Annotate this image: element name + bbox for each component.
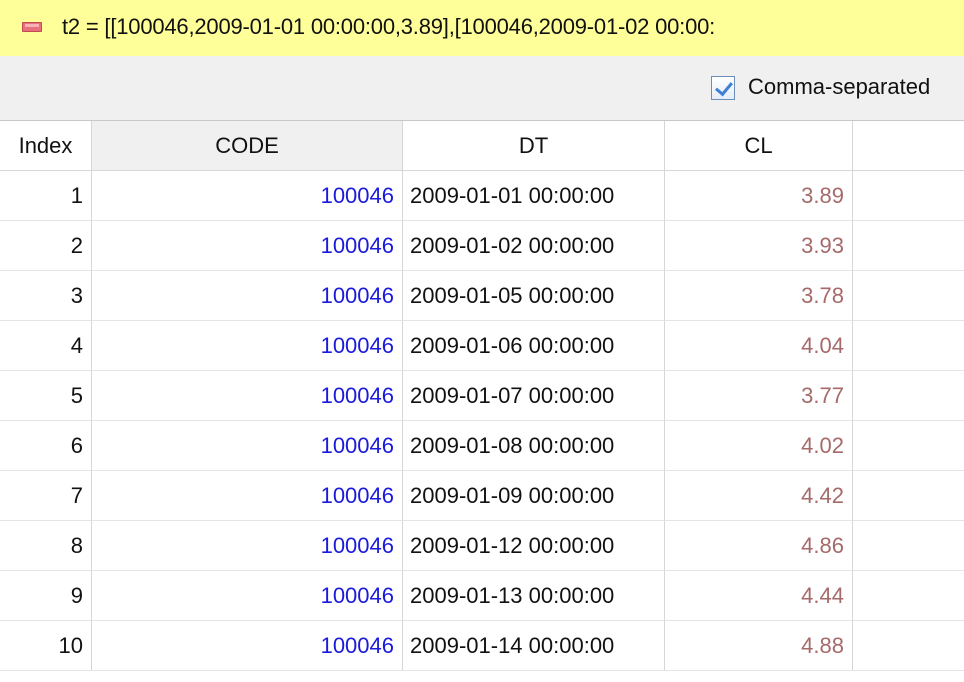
table-row[interactable]: 8 100046 2009-01-12 00:00:00 4.86 (0, 521, 964, 571)
cell-cl[interactable]: 3.77 (665, 371, 853, 421)
table-header-row: Index CODE DT CL (0, 121, 964, 171)
cell-filler (853, 571, 964, 621)
cell-index[interactable]: 7 (0, 471, 92, 521)
cell-dt[interactable]: 2009-01-07 00:00:00 (403, 371, 665, 421)
cell-filler (853, 421, 964, 471)
cell-cl[interactable]: 4.04 (665, 321, 853, 371)
cell-index[interactable]: 6 (0, 421, 92, 471)
cell-dt[interactable]: 2009-01-12 00:00:00 (403, 521, 665, 571)
cell-dt[interactable]: 2009-01-08 00:00:00 (403, 421, 665, 471)
variable-preview-text: t2 = [[100046,2009-01-01 00:00:00,3.89],… (62, 14, 716, 39)
cell-code[interactable]: 100046 (92, 421, 403, 471)
cell-cl[interactable]: 4.42 (665, 471, 853, 521)
column-header-index[interactable]: Index (0, 121, 92, 171)
comma-separated-checkbox[interactable] (711, 76, 735, 100)
cell-filler (853, 371, 964, 421)
cell-cl[interactable]: 3.78 (665, 271, 853, 321)
column-header-cl[interactable]: CL (665, 121, 853, 171)
cell-cl[interactable]: 4.02 (665, 421, 853, 471)
cell-code[interactable]: 100046 (92, 271, 403, 321)
table-row[interactable]: 9 100046 2009-01-13 00:00:00 4.44 (0, 571, 964, 621)
cell-index[interactable]: 8 (0, 521, 92, 571)
cell-code[interactable]: 100046 (92, 321, 403, 371)
cell-dt[interactable]: 2009-01-14 00:00:00 (403, 621, 665, 671)
table-row[interactable]: 7 100046 2009-01-09 00:00:00 4.42 (0, 471, 964, 521)
cell-dt[interactable]: 2009-01-09 00:00:00 (403, 471, 665, 521)
cell-code[interactable]: 100046 (92, 471, 403, 521)
cell-dt[interactable]: 2009-01-01 00:00:00 (403, 171, 665, 221)
cell-code[interactable]: 100046 (92, 571, 403, 621)
column-header-code[interactable]: CODE (92, 121, 403, 171)
cell-index[interactable]: 9 (0, 571, 92, 621)
cell-index[interactable]: 4 (0, 321, 92, 371)
table-row[interactable]: 5 100046 2009-01-07 00:00:00 3.77 (0, 371, 964, 421)
cell-filler (853, 171, 964, 221)
table-row[interactable]: 4 100046 2009-01-06 00:00:00 4.04 (0, 321, 964, 371)
comma-separated-label[interactable]: Comma-separated (748, 74, 930, 100)
table-row[interactable]: 10 100046 2009-01-14 00:00:00 4.88 (0, 621, 964, 671)
variable-viewer: t2 = [[100046,2009-01-01 00:00:00,3.89],… (0, 0, 964, 682)
cell-filler (853, 221, 964, 271)
cell-cl[interactable]: 3.89 (665, 171, 853, 221)
cell-index[interactable]: 1 (0, 171, 92, 221)
cell-filler (853, 521, 964, 571)
cell-code[interactable]: 100046 (92, 621, 403, 671)
cell-index[interactable]: 5 (0, 371, 92, 421)
cell-code[interactable]: 100046 (92, 521, 403, 571)
cell-filler (853, 321, 964, 371)
cell-dt[interactable]: 2009-01-06 00:00:00 (403, 321, 665, 371)
cell-cl[interactable]: 4.86 (665, 521, 853, 571)
cell-dt[interactable]: 2009-01-05 00:00:00 (403, 271, 665, 321)
cell-code[interactable]: 100046 (92, 171, 403, 221)
cell-code[interactable]: 100046 (92, 221, 403, 271)
table-row[interactable]: 6 100046 2009-01-08 00:00:00 4.02 (0, 421, 964, 471)
cell-cl[interactable]: 3.93 (665, 221, 853, 271)
cell-cl[interactable]: 4.44 (665, 571, 853, 621)
cell-dt[interactable]: 2009-01-02 00:00:00 (403, 221, 665, 271)
table-row[interactable]: 2 100046 2009-01-02 00:00:00 3.93 (0, 221, 964, 271)
cell-code[interactable]: 100046 (92, 371, 403, 421)
collapse-minus-icon[interactable] (22, 22, 42, 32)
table-row[interactable]: 3 100046 2009-01-05 00:00:00 3.78 (0, 271, 964, 321)
cell-index[interactable]: 2 (0, 221, 92, 271)
cell-index[interactable]: 3 (0, 271, 92, 321)
data-table: Index CODE DT CL 1 100046 2009-01-01 00:00… (0, 120, 964, 682)
cell-filler (853, 271, 964, 321)
column-header-dt[interactable]: DT (403, 121, 665, 171)
variable-header: t2 = [[100046,2009-01-01 00:00:00,3.89],… (0, 0, 964, 56)
cell-dt[interactable]: 2009-01-13 00:00:00 (403, 571, 665, 621)
cell-index[interactable]: 10 (0, 621, 92, 671)
cell-cl[interactable]: 4.88 (665, 621, 853, 671)
column-header-filler (853, 121, 964, 171)
cell-filler (853, 621, 964, 671)
cell-filler (853, 471, 964, 521)
table-row[interactable]: 1 100046 2009-01-01 00:00:00 3.89 (0, 171, 964, 221)
